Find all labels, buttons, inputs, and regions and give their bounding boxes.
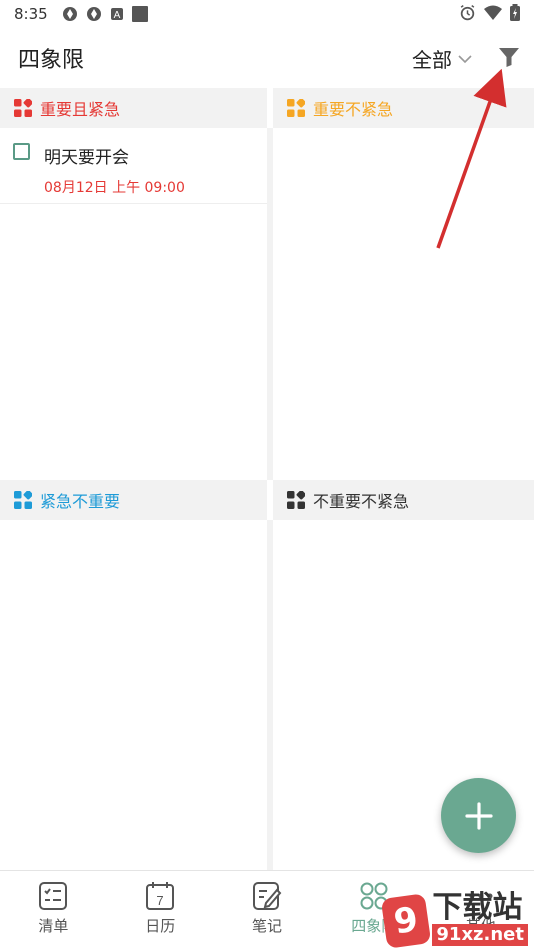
quadrant-header-urgent-not-important: 紧急不重要 <box>0 480 267 520</box>
quadrant-icon <box>287 491 305 509</box>
nav-label: 清单 <box>38 917 69 935</box>
quadrant-icon <box>287 99 305 117</box>
task-checkbox[interactable] <box>13 143 30 160</box>
page-title: 四象限 <box>18 48 85 73</box>
task-title: 明天要开会 <box>44 148 129 168</box>
alarm-icon <box>460 4 475 21</box>
watermark-domain: 91xz.net <box>432 924 528 946</box>
quadrant-body-urgent-not-important[interactable] <box>0 520 267 870</box>
status-icons-left: A <box>62 6 148 22</box>
a-box-icon: A <box>110 8 123 21</box>
quadrant-label: 紧急不重要 <box>40 492 121 511</box>
quadrant-header-not-important-not-urgent: 不重要不紧急 <box>273 480 534 520</box>
square-icon <box>131 6 148 22</box>
nav-item-notes[interactable]: 笔记 <box>214 871 321 950</box>
quadrant-icon <box>14 99 32 117</box>
quadrant-header-important-urgent: 重要且紧急 <box>0 88 267 128</box>
battery-charging-icon <box>510 4 520 21</box>
quadrant-divider <box>267 520 273 870</box>
app-notification-icon <box>62 7 77 21</box>
add-task-button[interactable] <box>441 778 516 853</box>
svg-text:A: A <box>113 10 120 21</box>
watermark: 9 下载站 91xz.net <box>381 892 528 949</box>
filter-button[interactable] <box>496 44 522 70</box>
plus-icon <box>464 801 493 830</box>
status-icons-right <box>459 4 520 21</box>
quadrant-divider <box>267 128 273 480</box>
watermark-text: 下载站 91xz.net <box>432 892 528 946</box>
quadrant-label: 重要不紧急 <box>313 100 394 119</box>
task-item[interactable]: 明天要开会 08月12日 上午 09:00 <box>0 128 267 204</box>
wifi-icon <box>484 5 502 20</box>
nav-item-list[interactable]: 清单 <box>0 871 107 950</box>
watermark-logo: 9 <box>381 893 432 949</box>
quadrant-label: 重要且紧急 <box>40 100 121 119</box>
nav-item-calendar[interactable]: 7 日历 <box>107 871 214 950</box>
checklist-icon <box>39 882 68 910</box>
quadrant-label: 不重要不紧急 <box>313 492 410 511</box>
status-time: 8:35 <box>14 5 48 23</box>
chevron-down-icon <box>458 54 472 63</box>
app-notification-icon <box>86 7 101 21</box>
app-bar: 四象限 全部 <box>0 28 534 88</box>
nav-label: 日历 <box>145 917 176 935</box>
calendar-icon: 7 <box>146 882 175 910</box>
category-filter-dropdown[interactable]: 全部 <box>412 44 472 73</box>
nav-label: 笔记 <box>251 917 282 935</box>
quadrant-header-important-not-urgent: 重要不紧急 <box>273 88 534 128</box>
task-due-date: 08月12日 上午 09:00 <box>44 180 185 196</box>
watermark-title: 下载站 <box>432 890 523 925</box>
status-bar: 8:35 A <box>0 0 534 28</box>
note-edit-icon <box>252 882 282 910</box>
quadrant-icon <box>14 491 32 509</box>
quadrant-body-important-not-urgent[interactable] <box>273 128 534 480</box>
calendar-badge: 7 <box>157 893 164 908</box>
funnel-icon <box>499 48 519 67</box>
category-filter-label: 全部 <box>412 48 452 72</box>
